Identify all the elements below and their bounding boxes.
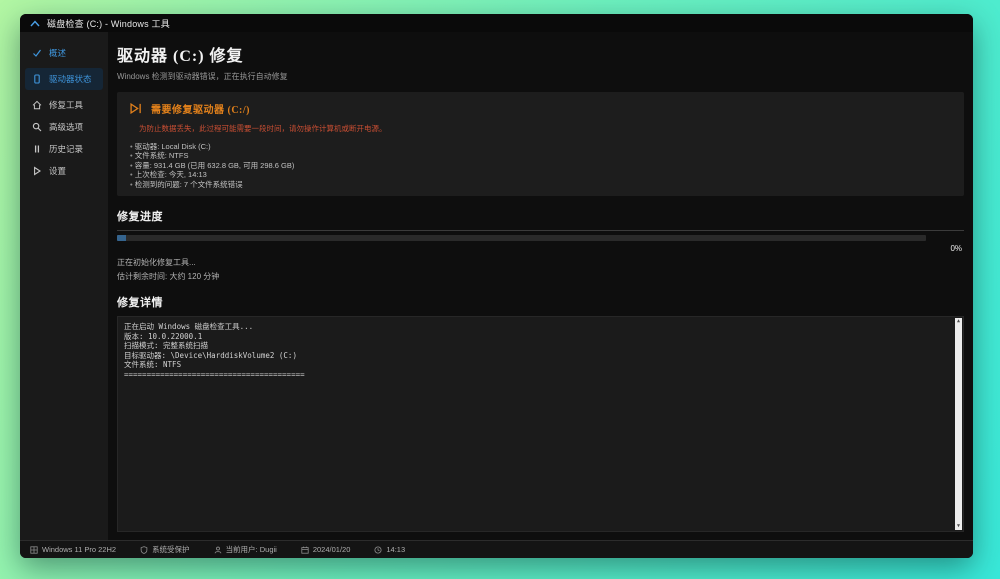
warning-title: 需要修复驱动器 (C:/) (151, 105, 250, 116)
drive-info-item: 文件系统: NTFS (130, 151, 951, 160)
sidebar-item-label: 历史记录 (49, 144, 84, 154)
repair-alert-icon (130, 103, 142, 114)
drive-info-item: 上次检查: 今天, 14:13 (130, 170, 951, 179)
drive-info-item: 容量: 931.4 GB (已用 632.8 GB, 可用 298.6 GB) (130, 161, 951, 170)
status-label: 2024/01/20 (312, 545, 351, 554)
sidebar-item-settings[interactable]: 设置 (20, 160, 108, 182)
history-icon (32, 144, 42, 154)
search-icon (32, 122, 42, 132)
scroll-up-icon[interactable]: ▲ (957, 318, 960, 325)
sidebar-item-advanced-options[interactable]: 高级选项 (20, 116, 108, 138)
log-line: ======================================== (124, 369, 305, 379)
sidebar-item-label: 驱动器状态 (49, 74, 92, 84)
log-line: 版本: 10.0.22000.1 (124, 331, 203, 341)
status-label: 当前用户: Dugii (225, 545, 277, 554)
title-bar: 磁盘检查 (C:) - Windows 工具 (20, 14, 973, 32)
status-current-user: 当前用户: Dugii (214, 544, 277, 555)
status-label: 系统受保护 (152, 545, 190, 554)
log-line: 正在启动 Windows 磁盘检查工具... (124, 322, 254, 332)
sidebar-item-label: 概述 (49, 48, 67, 58)
details-section-title: 修复详情 (117, 297, 163, 310)
drive-info-item: 驱动器: Local Disk (C:) (130, 142, 951, 151)
sidebar-item-history[interactable]: 历史记录 (20, 138, 108, 160)
sidebar-item-label: 高级选项 (49, 122, 84, 132)
sidebar-item-overview[interactable]: 概述 (20, 42, 108, 64)
sidebar-item-drive-status[interactable]: 驱动器状态 (25, 68, 103, 90)
sidebar-item-repair-tools[interactable]: 修复工具 (20, 94, 108, 116)
status-protection: 系统受保护 (140, 544, 190, 555)
user-icon (214, 546, 222, 554)
drive-info-item: 检测到的问题: 7 个文件系统错误 (130, 180, 951, 189)
status-os-version: Windows 11 Pro 22H2 (30, 545, 116, 554)
status-label: 14:13 (386, 545, 406, 554)
sidebar-item-label: 设置 (49, 166, 67, 176)
status-bar: Windows 11 Pro 22H2 系统受保护 当前用户: Dugii 20… (20, 540, 973, 558)
clock-icon (374, 545, 382, 554)
status-date: 2024/01/20 (301, 545, 351, 554)
log-line: 扫描模式: 完整系统扫描 (124, 341, 209, 351)
home-icon (32, 100, 42, 110)
main-content: 驱动器 (C:) 修复 Windows 检测到驱动器错误，正在执行自动修复 需要… (108, 32, 973, 540)
warning-message: 为防止数据丢失，此过程可能需要一段时间，请勿操作计算机或断开电源。 (139, 124, 387, 133)
progress-fill (117, 235, 126, 242)
divider (117, 230, 964, 232)
page-title: 驱动器 (C:) 修复 (117, 48, 244, 65)
status-time: 14:13 (374, 545, 405, 554)
shield-icon (140, 545, 148, 554)
sidebar: 概述 驱动器状态 修复工具 高级选项 历史记录 设置 (20, 32, 108, 540)
page-subtitle: Windows 检测到驱动器错误，正在执行自动修复 (117, 72, 288, 81)
drive-info-list: 驱动器: Local Disk (C:) 文件系统: NTFS 容量: 931.… (130, 142, 951, 189)
progress-status-text: 正在初始化修复工具... (117, 258, 196, 268)
disk-check-window: 磁盘检查 (C:) - Windows 工具 概述 驱动器状态 修复工具 高级选… (20, 14, 973, 558)
calendar-icon (301, 546, 309, 554)
log-line: 文件系统: NTFS (124, 360, 182, 370)
status-label: Windows 11 Pro 22H2 (42, 545, 117, 554)
windows-icon (30, 545, 38, 554)
progress-section-title: 修复进度 (117, 211, 163, 224)
window-title: 磁盘检查 (C:) - Windows 工具 (47, 18, 170, 29)
repair-log-console[interactable]: 正在启动 Windows 磁盘检查工具... 版本: 10.0.22000.1 … (117, 316, 964, 532)
repair-warning-panel: 需要修复驱动器 (C:/) 为防止数据丢失，此过程可能需要一段时间，请勿操作计算… (117, 92, 964, 197)
settings-icon (32, 166, 42, 176)
console-scrollbar[interactable]: ▲ ▼ (955, 318, 962, 530)
repair-progress-bar (117, 235, 926, 242)
log-line: 目标驱动器: \Device\HarddiskVolume2 (C:) (124, 350, 297, 360)
scroll-down-icon[interactable]: ▼ (957, 523, 960, 530)
progress-percent: 0% (950, 244, 962, 254)
chevron-up-icon[interactable] (30, 19, 40, 28)
sidebar-item-label: 修复工具 (49, 100, 84, 110)
progress-eta-text: 估计剩余时间: 大约 120 分钟 (117, 272, 220, 282)
check-icon (32, 48, 42, 58)
drive-icon (32, 74, 42, 84)
